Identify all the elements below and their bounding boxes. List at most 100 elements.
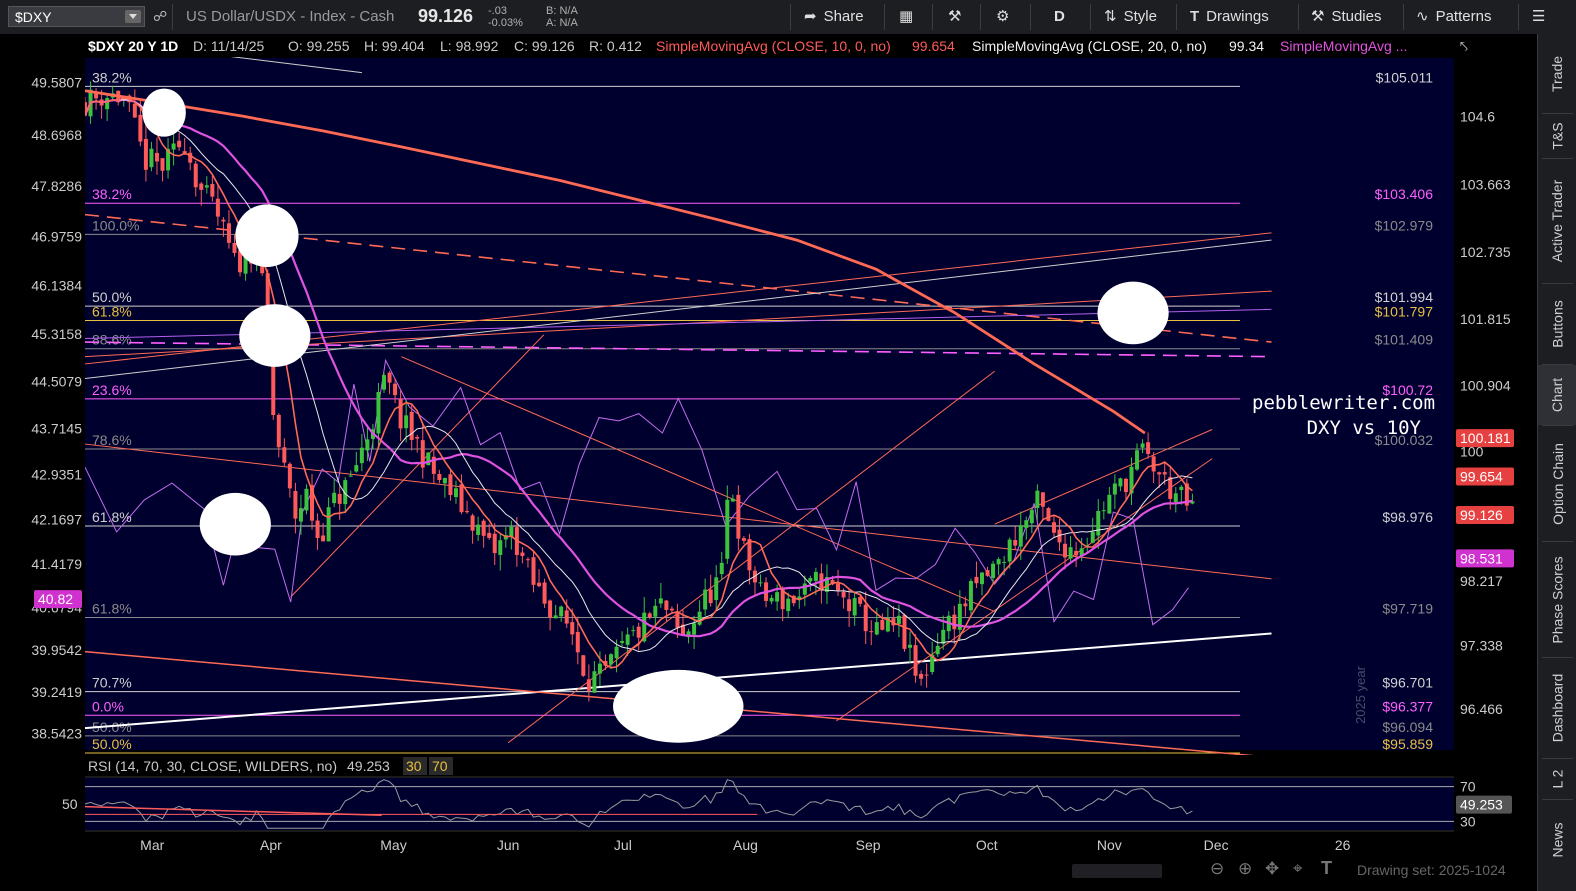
candle-body — [1123, 478, 1128, 493]
tab-active-trader[interactable]: Active Trader — [1538, 159, 1576, 283]
candle-body — [741, 538, 746, 541]
horizontal-scrollbar[interactable] — [1072, 864, 1162, 878]
link-icon[interactable]: ☍ — [153, 8, 167, 25]
menu-button[interactable]: ☰ — [1532, 7, 1552, 27]
fib-level-price: $102.979 — [1375, 217, 1434, 233]
share-button[interactable]: ➦ Share — [804, 7, 864, 27]
rsi-panel — [85, 778, 1454, 830]
rsi-label: RSI (14, 70, 30, CLOSE, WILDERS, no) — [88, 758, 337, 774]
studies-lab-button[interactable]: ⚒ — [948, 7, 968, 27]
price-chart[interactable]: 38.2% $105.01138.2% $103.406100.0% $102.979… — [0, 34, 1537, 857]
style-button[interactable]: ⇅ Style — [1104, 7, 1157, 27]
tab-news[interactable]: News — [1538, 800, 1576, 880]
zoom-out-icon[interactable]: ⊖ — [1210, 859, 1224, 879]
aggregation-period-button[interactable]: D — [1054, 7, 1065, 27]
tab-level2[interactable]: L 2 — [1538, 759, 1576, 799]
candle-body — [714, 577, 719, 601]
drawings-button[interactable]: T Drawings — [1190, 7, 1269, 27]
highlight-ellipse — [239, 304, 311, 367]
drawing-set-label: Drawing set: 2025-1024 — [1357, 862, 1506, 878]
patterns-button[interactable]: ∿ Patterns — [1416, 7, 1491, 27]
candle-body — [321, 535, 326, 542]
highlight-ellipse — [199, 492, 271, 556]
settings-button[interactable]: ⚙ — [996, 7, 1016, 27]
candle-body — [326, 507, 331, 542]
candle-body — [1168, 477, 1173, 499]
tab-trade[interactable]: Trade — [1538, 34, 1576, 113]
candle-body — [498, 540, 503, 556]
candle-body — [725, 499, 730, 559]
candle-body — [919, 673, 924, 679]
candle-body — [1140, 443, 1145, 448]
studies-button[interactable]: ⚒ Studies — [1311, 7, 1382, 27]
crosshair-collapse-icon[interactable]: ⤣ — [1460, 38, 1468, 54]
candle-body — [747, 539, 752, 571]
fib-level-percent: 61.8% — [92, 303, 132, 319]
candle-body — [863, 604, 868, 632]
share-icon: ➦ — [804, 8, 817, 25]
candle-body — [199, 183, 204, 190]
pan-icon[interactable]: ✥ — [1265, 859, 1279, 879]
candle-body — [381, 375, 386, 390]
ask-value: A: N/A — [546, 17, 578, 29]
candle-body — [1157, 472, 1162, 475]
text-tool-icon: T — [1190, 8, 1200, 25]
toolbar-divider — [1176, 4, 1177, 30]
watermark-site: pebblewriter.com — [1252, 392, 1435, 414]
last-price: 99.126 — [418, 6, 474, 26]
rsi-price-tag-label: 49.253 — [1460, 797, 1503, 813]
candle-body — [1118, 478, 1123, 487]
symbol-selector[interactable]: $DXY — [8, 6, 145, 27]
rsi-left-tick: 50 — [62, 796, 78, 812]
tab-phase-scores[interactable]: Phase Scores — [1538, 542, 1576, 657]
chart-settings-button[interactable]: ▦ — [899, 7, 920, 27]
rsi-header: RSI (14, 70, 30, CLOSE, WILDERS, no) 49.… — [85, 755, 1454, 776]
tab-label: Option Chain — [1549, 442, 1566, 525]
candle-body — [470, 515, 475, 531]
candle-body — [1002, 561, 1007, 563]
x-axis-month-label: Dec — [1204, 837, 1229, 853]
candle-body — [1151, 456, 1156, 472]
candle-body — [154, 152, 159, 162]
candle-body — [647, 613, 652, 617]
candle-body — [1146, 442, 1151, 454]
tab-buttons[interactable]: Buttons — [1538, 284, 1576, 364]
candle-body — [448, 474, 453, 496]
left-axis-tick: 39.9542 — [31, 642, 82, 658]
chevron-down-icon[interactable] — [125, 10, 141, 23]
tab-option-chain[interactable]: Option Chain — [1538, 426, 1576, 541]
tab-dashboard[interactable]: Dashboard — [1538, 658, 1576, 758]
zoom-in-icon[interactable]: ⊕ — [1238, 859, 1252, 879]
flask-icon: ⚒ — [948, 8, 962, 25]
toolbar-divider — [884, 4, 885, 30]
grid-icon: ▦ — [899, 8, 914, 25]
candle-body — [293, 491, 298, 519]
tab-chart[interactable]: Chart — [1538, 365, 1576, 425]
sma10-value: 99.654 — [912, 38, 955, 54]
candle-body — [160, 158, 165, 171]
tab-label: Active Trader — [1549, 179, 1566, 263]
text-tool-icon[interactable]: T — [1321, 858, 1332, 879]
candle-body — [913, 645, 918, 676]
right-rail: Trade T&S Active Trader Buttons Chart Op… — [1537, 34, 1576, 891]
flask-icon: ⚒ — [1311, 8, 1325, 25]
candle-body — [847, 599, 852, 612]
crosshair-icon[interactable]: ⌖ — [1293, 859, 1303, 879]
fib-level-price: $97.719 — [1382, 601, 1433, 617]
candle-body — [453, 488, 458, 498]
candle-body — [304, 488, 309, 511]
share-label: Share — [823, 8, 864, 25]
candle-body — [404, 415, 409, 429]
price-tag-label: 99.126 — [1460, 507, 1503, 523]
menu-icon: ☰ — [1532, 8, 1546, 25]
tab-time-and-sales[interactable]: T&S — [1538, 114, 1576, 158]
fib-level-percent: 38.2% — [92, 69, 132, 85]
candle-body — [298, 508, 303, 522]
fib-level-percent: 23.6% — [92, 382, 132, 398]
candle-body — [1007, 539, 1012, 562]
candle-body — [537, 582, 542, 587]
candle-body — [941, 629, 946, 644]
candle-body — [869, 631, 874, 633]
fib-level-price: $105.011 — [1376, 69, 1434, 85]
rsi-value: 49.253 — [347, 758, 390, 774]
